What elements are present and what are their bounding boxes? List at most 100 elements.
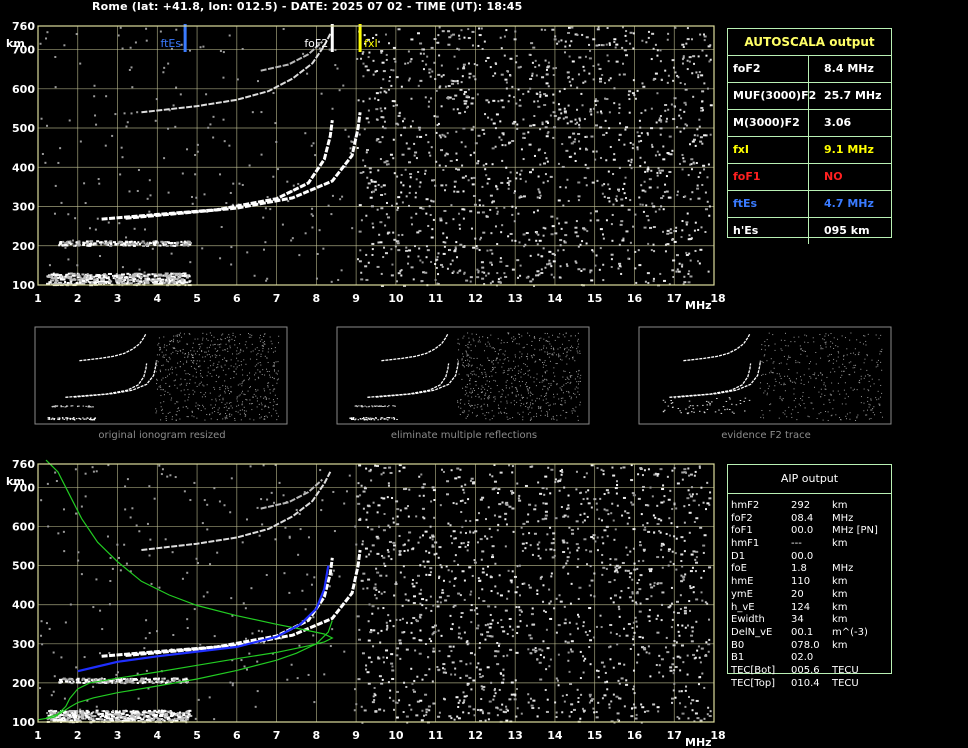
noise-pixel — [705, 54, 708, 57]
noise-pixel — [290, 239, 293, 242]
thumb-es — [386, 417, 388, 419]
noise-pixel — [328, 48, 331, 51]
thumb-noise — [473, 407, 475, 409]
thumb-noise — [543, 338, 545, 340]
thumb-noise — [219, 387, 221, 389]
noise-pixel — [395, 122, 399, 125]
thumb-noise — [578, 369, 580, 371]
thumb-noise — [458, 406, 460, 408]
noise-pixel — [705, 508, 708, 511]
noise-pixel — [493, 514, 496, 517]
noise-pixel — [196, 143, 199, 146]
thumb-noise — [784, 390, 786, 392]
thumb-noise — [825, 388, 827, 390]
thumb-noise — [868, 403, 870, 405]
thumb-noise — [489, 359, 491, 361]
noise-pixel — [588, 701, 591, 704]
noise-pixel — [424, 530, 428, 533]
noise-pixel — [125, 236, 128, 239]
noise-pixel — [503, 35, 506, 38]
x-tick-label: 2 — [74, 292, 82, 305]
thumb-noise — [867, 374, 869, 376]
thumb-noise — [790, 413, 792, 415]
noise-pixel — [276, 168, 279, 171]
thumb-noise — [838, 366, 840, 368]
thumb-es — [362, 418, 364, 420]
noise-pixel — [41, 152, 44, 155]
noise-pixel — [445, 236, 448, 239]
es-pixel — [99, 281, 104, 284]
noise-pixel — [688, 56, 692, 59]
noise-pixel — [531, 278, 534, 281]
thumb-noise — [543, 395, 545, 397]
noise-pixel — [529, 171, 533, 174]
noise-pixel — [637, 249, 640, 252]
noise-pixel — [622, 73, 626, 76]
noise-pixel — [410, 708, 413, 711]
noise-pixel — [461, 176, 465, 179]
thumb-noise — [186, 416, 188, 418]
thumb-noise — [507, 394, 509, 396]
es-pixel — [150, 280, 155, 283]
noise-pixel — [437, 273, 440, 276]
noise-pixel — [228, 144, 231, 147]
noise-pixel — [597, 701, 600, 704]
thumb-noise — [210, 418, 212, 420]
thumb-noise — [508, 333, 510, 335]
noise-pixel — [693, 134, 696, 137]
noise-pixel — [392, 541, 396, 544]
thumb-noise — [850, 361, 852, 363]
es-pixel — [114, 277, 117, 280]
noise-pixel — [613, 87, 616, 90]
es-pixel — [117, 275, 121, 278]
es2-pixel — [105, 243, 108, 246]
thumb-noise — [780, 377, 782, 379]
noise-pixel — [544, 59, 547, 62]
thumb-noise — [161, 408, 163, 410]
noise-pixel — [599, 497, 602, 500]
thumb-noise — [498, 412, 500, 414]
es-pixel — [171, 280, 174, 283]
thumb-es2 — [386, 406, 389, 408]
noise-pixel — [633, 94, 636, 97]
thumb-noise — [156, 365, 158, 367]
noise-pixel — [395, 654, 399, 657]
noise-pixel — [659, 582, 663, 585]
thumb-noise — [475, 415, 477, 417]
noise-pixel — [568, 621, 571, 624]
thumb-noise — [808, 416, 810, 418]
thumb-noise — [503, 342, 505, 344]
noise-pixel — [708, 214, 711, 217]
thumb-noise — [239, 409, 241, 411]
thumb-noise — [532, 403, 534, 405]
noise-pixel — [479, 676, 483, 679]
noise-pixel — [629, 241, 632, 244]
thumb-noise — [574, 410, 576, 412]
noise-pixel — [609, 563, 612, 566]
thumb-noise — [548, 356, 550, 358]
thumb-noise — [485, 383, 487, 385]
noise-pixel — [557, 199, 561, 202]
noise-pixel — [589, 49, 592, 52]
thumb-noise — [264, 418, 266, 420]
y-tick-label: 200 — [12, 240, 35, 253]
thumb-noise — [234, 417, 236, 419]
noise-pixel — [439, 136, 442, 139]
noise-pixel — [696, 717, 700, 720]
noise-pixel — [584, 80, 587, 83]
noise-pixel — [619, 596, 622, 599]
noise-pixel — [338, 89, 341, 92]
noise-pixel — [610, 266, 613, 269]
thumb-noise — [562, 410, 564, 412]
thumb-noise — [188, 352, 190, 354]
thumb-es2 — [361, 406, 363, 408]
noise-pixel — [399, 509, 402, 512]
noise-pixel — [533, 100, 536, 103]
noise-pixel — [490, 118, 493, 121]
noise-pixel — [411, 682, 414, 685]
thumb-noise — [497, 353, 499, 355]
noise-pixel — [464, 175, 467, 178]
thumb-noise — [466, 383, 468, 385]
noise-pixel — [691, 191, 694, 194]
noise-pixel — [561, 165, 565, 168]
